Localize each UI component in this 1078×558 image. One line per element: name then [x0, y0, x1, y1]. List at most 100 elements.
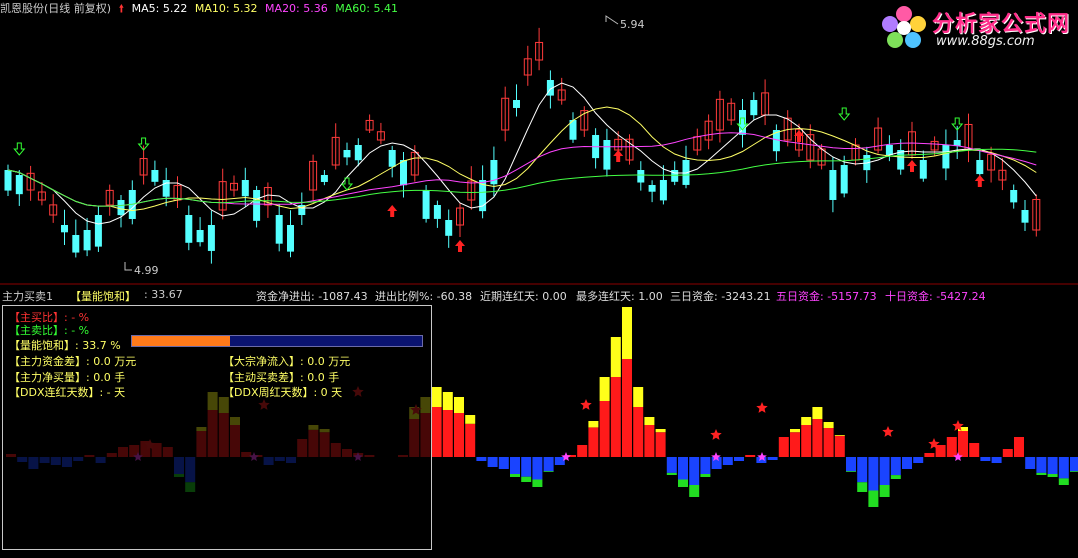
candle-body — [637, 170, 645, 183]
candle-body — [241, 180, 249, 197]
outflow-extra-bar — [532, 479, 543, 487]
inflow-extra-bar — [610, 337, 621, 377]
three-day-funds: 三日资金: -3243.21 — [670, 290, 771, 303]
saturation-bar — [131, 335, 423, 347]
inflow-bar — [924, 453, 935, 457]
outflow-extra-bar — [890, 475, 901, 479]
candle-body — [445, 220, 453, 236]
outflow-bar — [554, 457, 565, 465]
candle-body — [422, 190, 430, 219]
ma10-value: MA10: 5.32 — [194, 2, 258, 15]
sell-arrow-icon — [340, 177, 354, 191]
inflow-bar — [442, 410, 453, 457]
inflow-bar — [812, 419, 823, 457]
outflow-bar — [487, 457, 498, 467]
ddx-week-red: 【DDX周红天数】: 0 天 — [223, 386, 343, 399]
inflow-extra-bar — [834, 435, 845, 436]
candle-body — [885, 145, 893, 156]
outflow-bar — [868, 457, 879, 491]
outflow-bar — [734, 457, 744, 461]
inflow-extra-bar — [823, 422, 834, 428]
outflow-bar — [980, 457, 991, 461]
inflow-extra-bar — [588, 421, 599, 428]
candle-body — [15, 175, 23, 195]
inflow-bar — [823, 428, 834, 457]
inflow-extra-bar — [622, 307, 632, 359]
candle-body — [61, 225, 68, 233]
main-diff: 【主力资金差】: 0.0 万元 — [9, 355, 137, 368]
outflow-bar — [543, 457, 554, 472]
inflow-extra-bar — [644, 417, 655, 425]
ma20-value: MA20: 5.36 — [265, 2, 328, 15]
outflow-extra-bar — [666, 472, 677, 475]
inflow-bar — [935, 445, 946, 457]
outflow-extra-bar — [678, 479, 688, 487]
outflow-extra-bar — [1058, 478, 1069, 485]
outflow-bar — [1058, 457, 1069, 479]
outflow-bar — [846, 457, 856, 472]
candle-body — [513, 100, 520, 108]
candle-body — [275, 215, 283, 244]
inflow-extra-bar — [599, 377, 610, 401]
candle-body — [1021, 210, 1029, 223]
candle-body — [117, 200, 125, 216]
buy-arrow-icon — [387, 205, 398, 217]
candle-body — [4, 170, 12, 191]
arrow-up-icon: 🠙 — [118, 2, 125, 15]
logo-url: www.88gs.com — [936, 34, 1035, 49]
outflow-bar — [510, 457, 520, 474]
inflow-bar — [745, 455, 756, 457]
candle-body — [942, 145, 950, 169]
candle-body — [343, 150, 351, 158]
red-star-icon — [580, 399, 592, 410]
info-panel: 【主买比】: - % 【主卖比】: - % 【量能饱和】: 33.7 % 【主力… — [2, 305, 432, 550]
inflow-bar — [465, 423, 476, 457]
inflow-bar — [622, 359, 632, 457]
net-flow-readout: 资金净进出: -1087.43 — [256, 290, 368, 303]
candle-body — [659, 180, 667, 201]
inflow-bar — [778, 437, 789, 457]
inflow-bar — [801, 425, 812, 457]
inflow-extra-bar — [454, 397, 464, 413]
main-sell-ratio: 【主卖比】: - % — [9, 324, 90, 337]
red-star-icon — [756, 402, 768, 413]
outflow-bar — [1070, 457, 1078, 472]
outflow-bar — [767, 457, 778, 460]
saturation-value: : 33.67 — [144, 288, 183, 301]
inflow-bar — [790, 432, 800, 457]
outflow-extra-bar — [868, 490, 879, 507]
outflow-bar — [1025, 457, 1036, 469]
candle-body — [919, 160, 927, 179]
ma5-line — [7, 82, 1037, 225]
inflow-bar — [1002, 449, 1013, 457]
main-net-buy: 【主力净买量】: 0.0 手 — [9, 371, 126, 384]
indicator-name: 主力买卖1 — [2, 290, 53, 303]
outflow-extra-bar — [879, 485, 890, 497]
candle-body — [603, 140, 611, 170]
candle-body — [151, 170, 159, 182]
candle-body — [400, 160, 407, 186]
outflow-extra-bar — [700, 474, 711, 477]
candle-body — [388, 150, 396, 167]
inflow-bar — [599, 401, 610, 457]
ten-day-funds: 十日资金: -5427.24 — [885, 290, 986, 303]
outflow-extra-bar — [857, 482, 868, 492]
site-logo: 分析家公式网 www.88gs.com — [880, 4, 1070, 50]
inflow-extra-bar — [465, 415, 476, 424]
inflow-bar — [946, 437, 957, 457]
red-star-icon — [710, 429, 722, 440]
outflow-extra-bar — [521, 476, 532, 482]
inflow-extra-bar — [655, 429, 666, 433]
high-price-label: 5.94 — [620, 18, 645, 31]
outflow-extra-bar — [543, 471, 554, 472]
low-price-marker — [124, 262, 132, 271]
inflow-bar — [454, 413, 464, 457]
outflow-bar — [689, 457, 700, 485]
ddx-red-days: 【DDX连红天数】: - 天 — [9, 386, 126, 399]
stock-title[interactable]: 凯恩股份(日线 前复权) — [0, 2, 111, 15]
outflow-bar — [913, 457, 924, 463]
net-ratio-readout: 进出比例%: -60.38 — [375, 290, 473, 303]
buy-arrow-icon — [974, 175, 985, 187]
candle-body — [750, 100, 758, 116]
candle-body — [829, 170, 837, 200]
